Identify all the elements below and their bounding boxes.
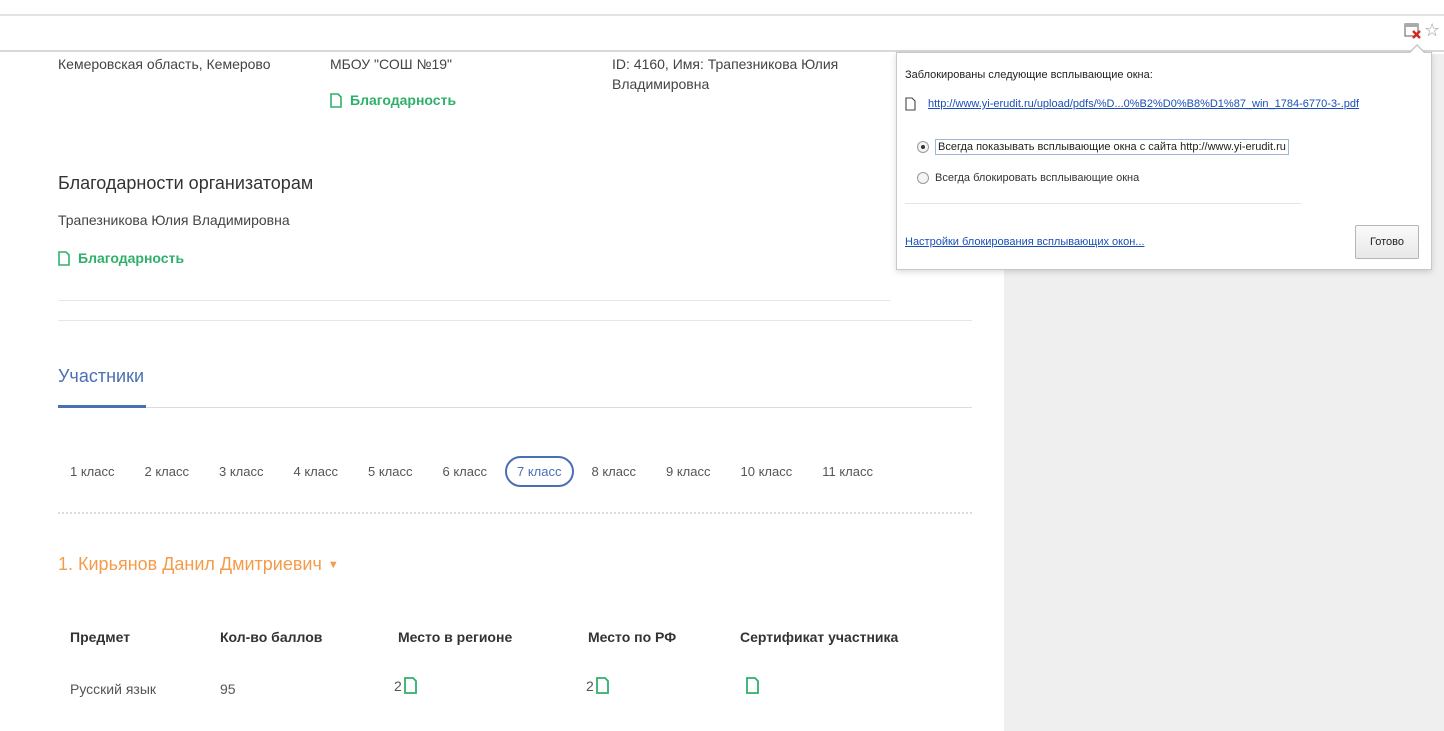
document-icon[interactable] <box>595 677 609 694</box>
blocked-popup-link[interactable]: http://www.yi-erudit.ru/upload/pdfs/%D..… <box>928 98 1359 110</box>
option-always-allow-label: Всегда показывать всплывающие окна с сай… <box>935 139 1289 155</box>
popup-blocked-icon[interactable] <box>1404 22 1422 40</box>
radio-always-block[interactable] <box>917 172 929 184</box>
popup-blocked-bubble: Заблокированы следующие всплывающие окна… <box>896 52 1432 270</box>
column-header-subject: Предмет <box>70 629 131 645</box>
bubble-arrow-inner <box>1409 46 1425 54</box>
tab-bar-line <box>58 407 972 408</box>
school-gratitude-link[interactable]: Благодарность <box>330 92 456 108</box>
bubble-title: Заблокированы следующие всплывающие окна… <box>905 69 1153 81</box>
class-filter-9[interactable]: 9 класс <box>654 456 723 487</box>
column-header-certificate: Сертификат участника <box>740 629 899 645</box>
gratitude-label: Благодарность <box>78 250 185 266</box>
column-header-score: Кол-во баллов <box>220 629 323 645</box>
class-filter-1[interactable]: 1 класс <box>58 456 127 487</box>
option-always-block[interactable]: Всегда блокировать всплывающие окна <box>917 172 1139 184</box>
bookmark-star-icon[interactable]: ☆ <box>1424 20 1444 40</box>
tab-participants[interactable]: Участники <box>58 366 144 387</box>
id-name-text-line2: Владимировна <box>612 76 710 92</box>
option-always-allow[interactable]: Всегда показывать всплывающие окна с сай… <box>917 139 1289 155</box>
participant-name: 1. Кирьянов Данил Дмитриевич <box>58 554 322 574</box>
blocked-popup-item[interactable]: http://www.yi-erudit.ru/upload/pdfs/%D..… <box>905 97 1359 111</box>
id-name-text: ID: 4160, Имя: Трапезникова Юлия <box>612 56 839 72</box>
participant-toggle[interactable]: 1. Кирьянов Данил Дмитриевич ▼ <box>58 554 339 575</box>
organizer-gratitude-link[interactable]: Благодарность <box>58 250 184 266</box>
class-filter-3[interactable]: 3 класс <box>207 456 276 487</box>
class-filter-10[interactable]: 10 класс <box>729 456 805 487</box>
column-header-region-place: Место в регионе <box>398 629 513 645</box>
radio-always-allow[interactable] <box>917 141 929 153</box>
cell-certificate[interactable] <box>746 677 759 694</box>
active-tab-indicator <box>58 405 146 408</box>
region-place-value: 2 <box>394 678 402 694</box>
class-filter-4[interactable]: 4 класс <box>282 456 351 487</box>
class-filter: 1 класс 2 класс 3 класс 4 класс 5 класс … <box>58 452 891 490</box>
toolbar-divider <box>0 14 1444 16</box>
bubble-divider <box>905 203 1301 204</box>
cell-rf-place[interactable]: 2 <box>586 677 609 694</box>
school-text: МБОУ "СОШ №19" <box>330 56 453 72</box>
page-icon <box>905 97 916 111</box>
class-filter-2[interactable]: 2 класс <box>133 456 202 487</box>
cell-subject: Русский язык <box>70 681 157 697</box>
dotted-separator <box>58 512 972 514</box>
option-always-block-label: Всегда блокировать всплывающие окна <box>935 172 1140 184</box>
rf-place-value: 2 <box>586 678 594 694</box>
cell-region-place[interactable]: 2 <box>394 677 417 694</box>
class-filter-6[interactable]: 6 класс <box>431 456 500 487</box>
class-filter-7[interactable]: 7 класс <box>505 455 574 487</box>
gratitude-label: Благодарность <box>350 92 457 108</box>
organizers-section-title: Благодарности организаторам <box>58 173 314 193</box>
organizer-name: Трапезникова Юлия Владимировна <box>58 212 290 228</box>
document-icon <box>58 250 70 266</box>
column-header-rf-place: Место по РФ <box>588 629 677 645</box>
divider <box>58 320 972 321</box>
cell-score: 95 <box>220 681 236 697</box>
certificate-document-icon[interactable] <box>746 677 759 694</box>
popup-settings-link[interactable]: Настройки блокирования всплывающих окон.… <box>905 236 1144 248</box>
done-button[interactable]: Готово <box>1355 225 1419 259</box>
document-icon <box>330 92 342 108</box>
divider <box>58 300 890 301</box>
class-filter-5[interactable]: 5 класс <box>356 456 425 487</box>
main-content: Кемеровская область, Кемерово МБОУ "СОШ … <box>0 54 1004 731</box>
region-text: Кемеровская область, Кемерово <box>58 56 271 72</box>
browser-toolbar: ☆ <box>0 0 1444 52</box>
caret-down-icon: ▼ <box>327 559 339 572</box>
document-icon[interactable] <box>403 677 417 694</box>
class-filter-8[interactable]: 8 класс <box>580 456 649 487</box>
class-filter-11[interactable]: 11 класс <box>810 456 885 487</box>
